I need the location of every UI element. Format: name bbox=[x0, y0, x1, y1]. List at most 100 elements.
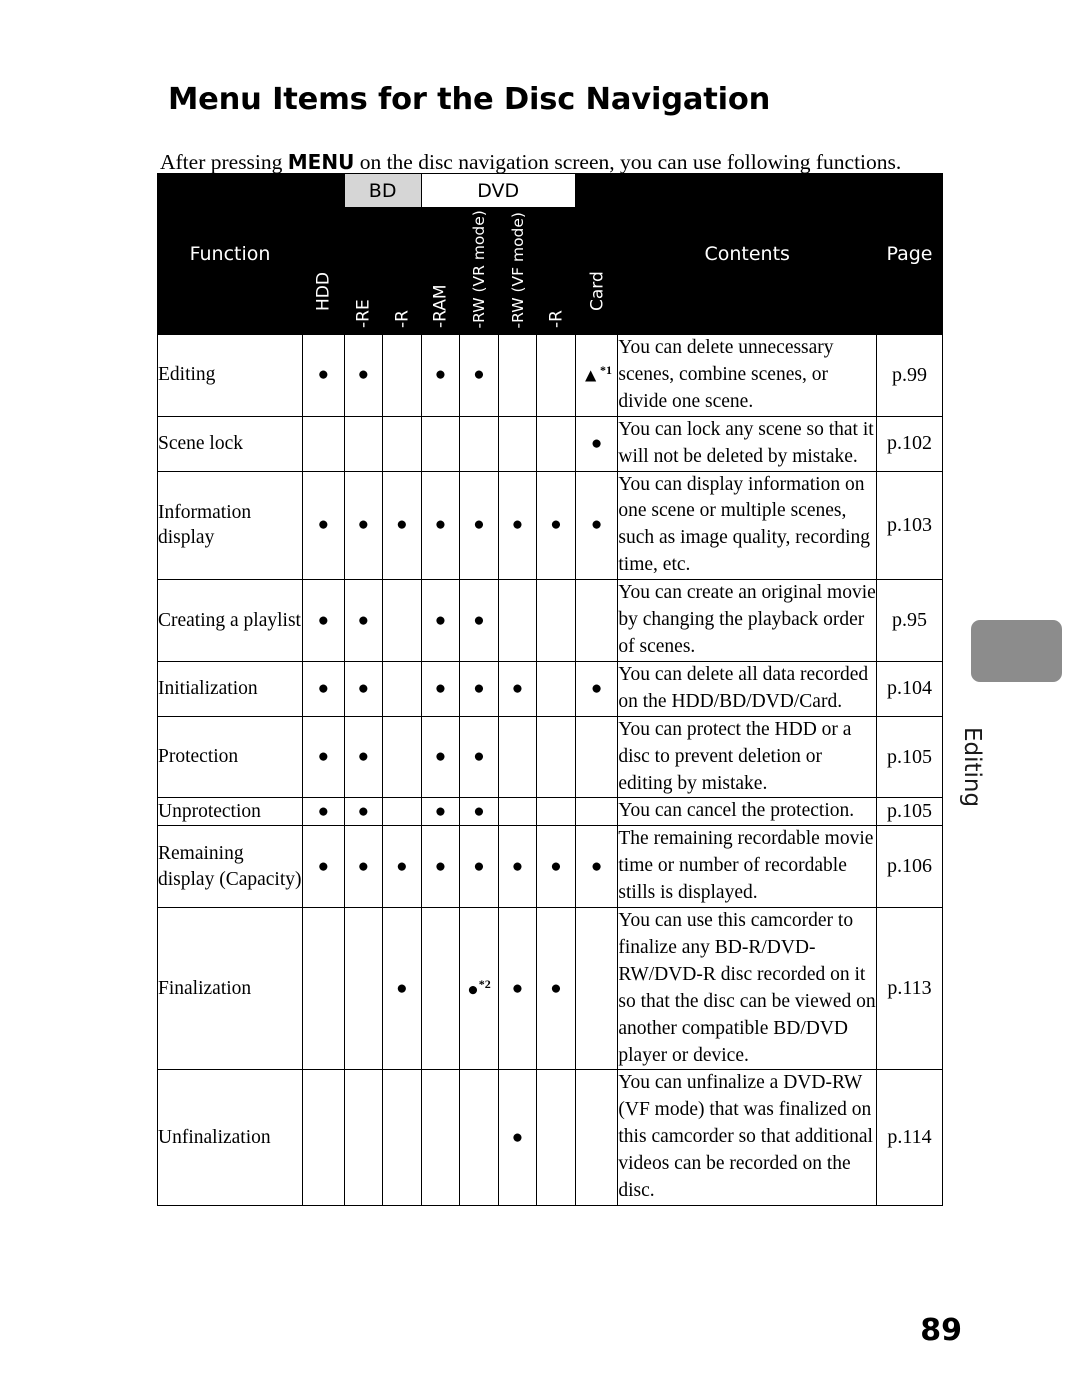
dot-icon: ● bbox=[511, 514, 524, 536]
support-mark-cell: ● bbox=[497, 470, 538, 581]
support-mark-cell bbox=[382, 1069, 422, 1206]
support-mark-cell: ● bbox=[536, 825, 576, 909]
table-row: Information display ● ● ● ● ● ● ● ● You can displ… bbox=[156, 470, 943, 581]
row-contents-description: The remaining recordable movie time or n… bbox=[617, 825, 877, 909]
dot-icon: ● bbox=[357, 746, 370, 768]
support-mark-cell: ● bbox=[302, 797, 345, 827]
dot-icon: ● bbox=[357, 514, 370, 536]
support-mark-cell: ● bbox=[497, 825, 538, 909]
row-contents-description: You can display information on one scene… bbox=[617, 470, 877, 581]
dot-icon: ● bbox=[511, 1126, 524, 1148]
dot-icon: ● bbox=[590, 855, 603, 877]
dot-icon: ● bbox=[550, 855, 562, 877]
support-mark-cell bbox=[382, 797, 422, 827]
support-mark-cell: ● bbox=[497, 660, 538, 717]
support-mark-cell bbox=[497, 579, 538, 662]
support-mark-cell: ● bbox=[343, 579, 384, 662]
support-mark-cell: ● bbox=[459, 660, 499, 717]
header-bd-r-cell: -R bbox=[382, 207, 422, 335]
header-bd-re-cell: -RE bbox=[343, 207, 384, 335]
support-mark-cell: ● bbox=[459, 470, 499, 581]
dot-icon: ● bbox=[434, 855, 447, 877]
support-mark-cell bbox=[536, 797, 576, 827]
support-mark-cell: ● bbox=[382, 907, 422, 1071]
dot-icon: ● bbox=[357, 800, 370, 822]
support-mark-cell: ● bbox=[420, 579, 461, 662]
disc-navigation-menu-table: Function HDD BD DVD Card Contents Page -… bbox=[156, 173, 943, 1206]
support-mark-cell: ● bbox=[382, 825, 422, 909]
support-mark-cell: ● bbox=[302, 715, 345, 799]
support-mark-cell: ● bbox=[574, 660, 619, 717]
support-mark-cell: ● bbox=[302, 334, 345, 417]
header-card-cell: Card bbox=[574, 173, 619, 335]
row-contents-description: You can protect the HDD or a disc to pre… bbox=[617, 715, 877, 799]
support-mark-cell bbox=[420, 907, 461, 1071]
header-dvd-r-label: -R bbox=[546, 310, 567, 328]
support-mark-cell: ● bbox=[420, 334, 461, 417]
support-mark-cell: ● bbox=[536, 470, 576, 581]
dot-icon: ● bbox=[590, 514, 603, 536]
support-mark-cell bbox=[382, 660, 422, 717]
dot-icon: ● bbox=[473, 609, 485, 631]
side-tab-label: Editing bbox=[959, 727, 985, 808]
dot-icon: ● bbox=[396, 514, 408, 536]
support-mark-cell: ● bbox=[343, 334, 384, 417]
support-mark-cell bbox=[382, 415, 422, 472]
support-mark-cell bbox=[536, 715, 576, 799]
header-bd-r-rot-wrap: -R bbox=[383, 208, 421, 334]
support-mark-cell: ● bbox=[459, 334, 499, 417]
dot-icon: ● bbox=[550, 977, 562, 999]
support-mark-cell bbox=[302, 1069, 345, 1206]
header-dvd-rw-vr-rot-wrap: -RW (VR mode) bbox=[460, 208, 498, 334]
table-row: Creating a playlist ● ● ● ● You can create an… bbox=[156, 579, 943, 662]
support-mark-cell: ● bbox=[420, 715, 461, 799]
row-contents-description: You can cancel the protection. bbox=[617, 797, 877, 827]
support-mark-cell bbox=[574, 797, 619, 827]
header-hdd-label: HDD bbox=[313, 272, 334, 311]
header-contents-cell: Contents bbox=[617, 173, 877, 335]
support-mark-cell bbox=[420, 415, 461, 472]
table-row: Unprotection ● ● ● ● You can cancel the prote… bbox=[156, 797, 943, 827]
row-page-reference: p.95 bbox=[876, 579, 943, 662]
support-mark-cell bbox=[497, 715, 538, 799]
header-card-label: Card bbox=[586, 271, 607, 311]
row-function-name: Initialization bbox=[156, 660, 304, 717]
support-mark-cell: ● bbox=[459, 579, 499, 662]
table-row: Finalization ● ●*2 ● ● You can use this camco… bbox=[156, 907, 943, 1071]
support-mark-cell: ● bbox=[459, 825, 499, 909]
support-mark-cell bbox=[343, 1069, 384, 1206]
footnote-marker: *2 bbox=[478, 976, 491, 991]
support-mark-cell bbox=[497, 415, 538, 472]
header-bd-r-label: -R bbox=[392, 310, 413, 328]
support-mark-cell: ● bbox=[302, 579, 345, 662]
support-mark-cell: ● bbox=[420, 797, 461, 827]
header-dvd-r-rot-wrap: -R bbox=[537, 208, 575, 334]
support-mark-cell: ● bbox=[574, 415, 619, 472]
row-page-reference: p.102 bbox=[876, 415, 943, 472]
header-dvd-rw-vf-label: -RW (VF mode) bbox=[508, 211, 527, 329]
table-row: Scene lock ● You can lock any scene so tha… bbox=[156, 415, 943, 472]
dot-icon: ● bbox=[473, 677, 485, 699]
dot-icon: ● bbox=[357, 364, 370, 386]
row-function-name: Scene lock bbox=[156, 415, 304, 472]
header-bd-re-label: -RE bbox=[353, 299, 374, 328]
row-page-reference: p.105 bbox=[876, 715, 943, 799]
row-contents-description: You can use this camcorder to finalize a… bbox=[617, 907, 877, 1071]
intro-text-before: After pressing bbox=[160, 149, 288, 174]
table-body: Editing ● ● ● ● ▲*1 You can delete unnecessary… bbox=[156, 334, 943, 1206]
dot-icon: ● bbox=[511, 677, 524, 699]
row-function-name: Remaining display (Capacity) bbox=[156, 825, 304, 909]
support-mark-cell bbox=[459, 415, 499, 472]
support-mark-cell: ● bbox=[420, 660, 461, 717]
dot-icon: ● bbox=[590, 677, 603, 699]
support-mark-cell bbox=[497, 334, 538, 417]
row-contents-description: You can create an original movie by chan… bbox=[617, 579, 877, 662]
row-function-name: Editing bbox=[156, 334, 304, 417]
dot-icon: ● bbox=[434, 746, 447, 768]
table-row: Protection ● ● ● ● You can protect the HDD or… bbox=[156, 715, 943, 799]
support-mark-cell bbox=[382, 579, 422, 662]
row-contents-description: You can delete all data recorded on the … bbox=[617, 660, 877, 717]
support-mark-cell bbox=[459, 1069, 499, 1206]
support-mark-cell bbox=[574, 579, 619, 662]
header-hdd-cell: HDD bbox=[302, 173, 345, 335]
